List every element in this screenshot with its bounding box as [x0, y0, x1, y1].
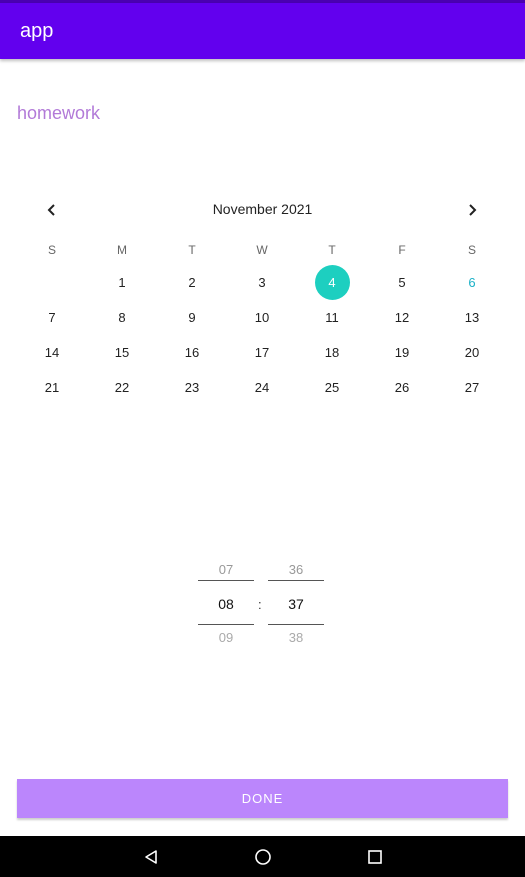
app-title: app [20, 20, 54, 42]
time-separator: : [258, 597, 262, 612]
calendar-week-row: 21 22 23 24 25 26 27 [17, 370, 507, 405]
hour-current-value[interactable]: 08 [198, 596, 254, 612]
minute-next-value[interactable]: 38 [268, 630, 324, 645]
selected-day-label: 4 [314, 265, 350, 300]
calendar-day[interactable]: 11 [297, 300, 367, 335]
calendar-day[interactable]: 10 [227, 300, 297, 335]
weekday-label: S [467, 243, 476, 257]
calendar-day[interactable]: 18 [297, 335, 367, 370]
weekday-label: T [328, 243, 336, 257]
calendar-day-today[interactable]: 6 [437, 265, 507, 300]
calendar-week-row: 123456 [17, 265, 507, 300]
minute-prev-value[interactable]: 36 [268, 562, 324, 577]
calendar-empty-cell [17, 265, 87, 300]
hour-divider-top [198, 580, 254, 581]
weekday-label: T [188, 243, 196, 257]
weekday-label: M [117, 243, 127, 257]
calendar-day[interactable]: 24 [227, 370, 297, 405]
minute-divider-top [268, 580, 324, 581]
calendar-day[interactable]: 23 [157, 370, 227, 405]
chevron-right-icon[interactable] [457, 195, 487, 225]
minute-divider-bottom [268, 624, 324, 625]
hour-picker[interactable]: 07 08 09 [198, 555, 254, 650]
hour-next-value[interactable]: 09 [198, 630, 254, 645]
calendar-day[interactable]: 7 [17, 300, 87, 335]
back-icon[interactable] [136, 836, 166, 877]
calendar-day[interactable]: 14 [17, 335, 87, 370]
weekday-label: S [47, 243, 56, 257]
recents-icon[interactable] [360, 836, 390, 877]
calendar-day[interactable]: 15 [87, 335, 157, 370]
system-nav-bar [0, 836, 525, 877]
calendar-grid: SMTWTFS 1 2 3 4 5 6 7 8 9 10 11 12 13 14 15 16 17 18 19 20 2… [17, 235, 507, 405]
calendar-day-selected[interactable]: 4 [297, 265, 367, 300]
minute-current-value[interactable]: 37 [268, 596, 324, 612]
task-name[interactable]: homework [17, 103, 100, 124]
time-picker: 07 08 09 : 36 37 38 [198, 555, 326, 650]
calendar-week-row: 7 8 9 10 11 12 13 [17, 300, 507, 335]
calendar-day[interactable]: 21 [17, 370, 87, 405]
weekday-label: F [398, 243, 406, 257]
calendar-day[interactable]: 2 [157, 265, 227, 300]
calendar-day[interactable]: 9 [157, 300, 227, 335]
app-bar: app [0, 3, 525, 59]
done-button[interactable]: DONE [17, 779, 508, 818]
calendar-day[interactable]: 19 [367, 335, 437, 370]
calendar-day[interactable]: 1 [87, 265, 157, 300]
minute-picker[interactable]: 36 37 38 [268, 555, 324, 650]
calendar-week-row: 14 15 16 17 18 19 20 [17, 335, 507, 370]
home-icon[interactable] [248, 836, 278, 877]
weekday-label: W [256, 243, 268, 257]
calendar-day[interactable]: 5 [367, 265, 437, 300]
calendar-day[interactable]: 25 [297, 370, 367, 405]
calendar-day[interactable]: 27 [437, 370, 507, 405]
calendar-day[interactable]: 16 [157, 335, 227, 370]
calendar-day[interactable]: 22 [87, 370, 157, 405]
calendar-header: November 2021 [0, 195, 525, 225]
calendar-day[interactable]: 13 [437, 300, 507, 335]
weekday-header-row: SMTWTFS [17, 235, 507, 265]
hour-divider-bottom [198, 624, 254, 625]
calendar-day[interactable]: 17 [227, 335, 297, 370]
calendar-day[interactable]: 3 [227, 265, 297, 300]
hour-prev-value[interactable]: 07 [198, 562, 254, 577]
month-title: November 2021 [212, 201, 313, 217]
calendar-day[interactable]: 20 [437, 335, 507, 370]
calendar-day[interactable]: 8 [87, 300, 157, 335]
calendar-day[interactable]: 26 [367, 370, 437, 405]
calendar-day[interactable]: 12 [367, 300, 437, 335]
